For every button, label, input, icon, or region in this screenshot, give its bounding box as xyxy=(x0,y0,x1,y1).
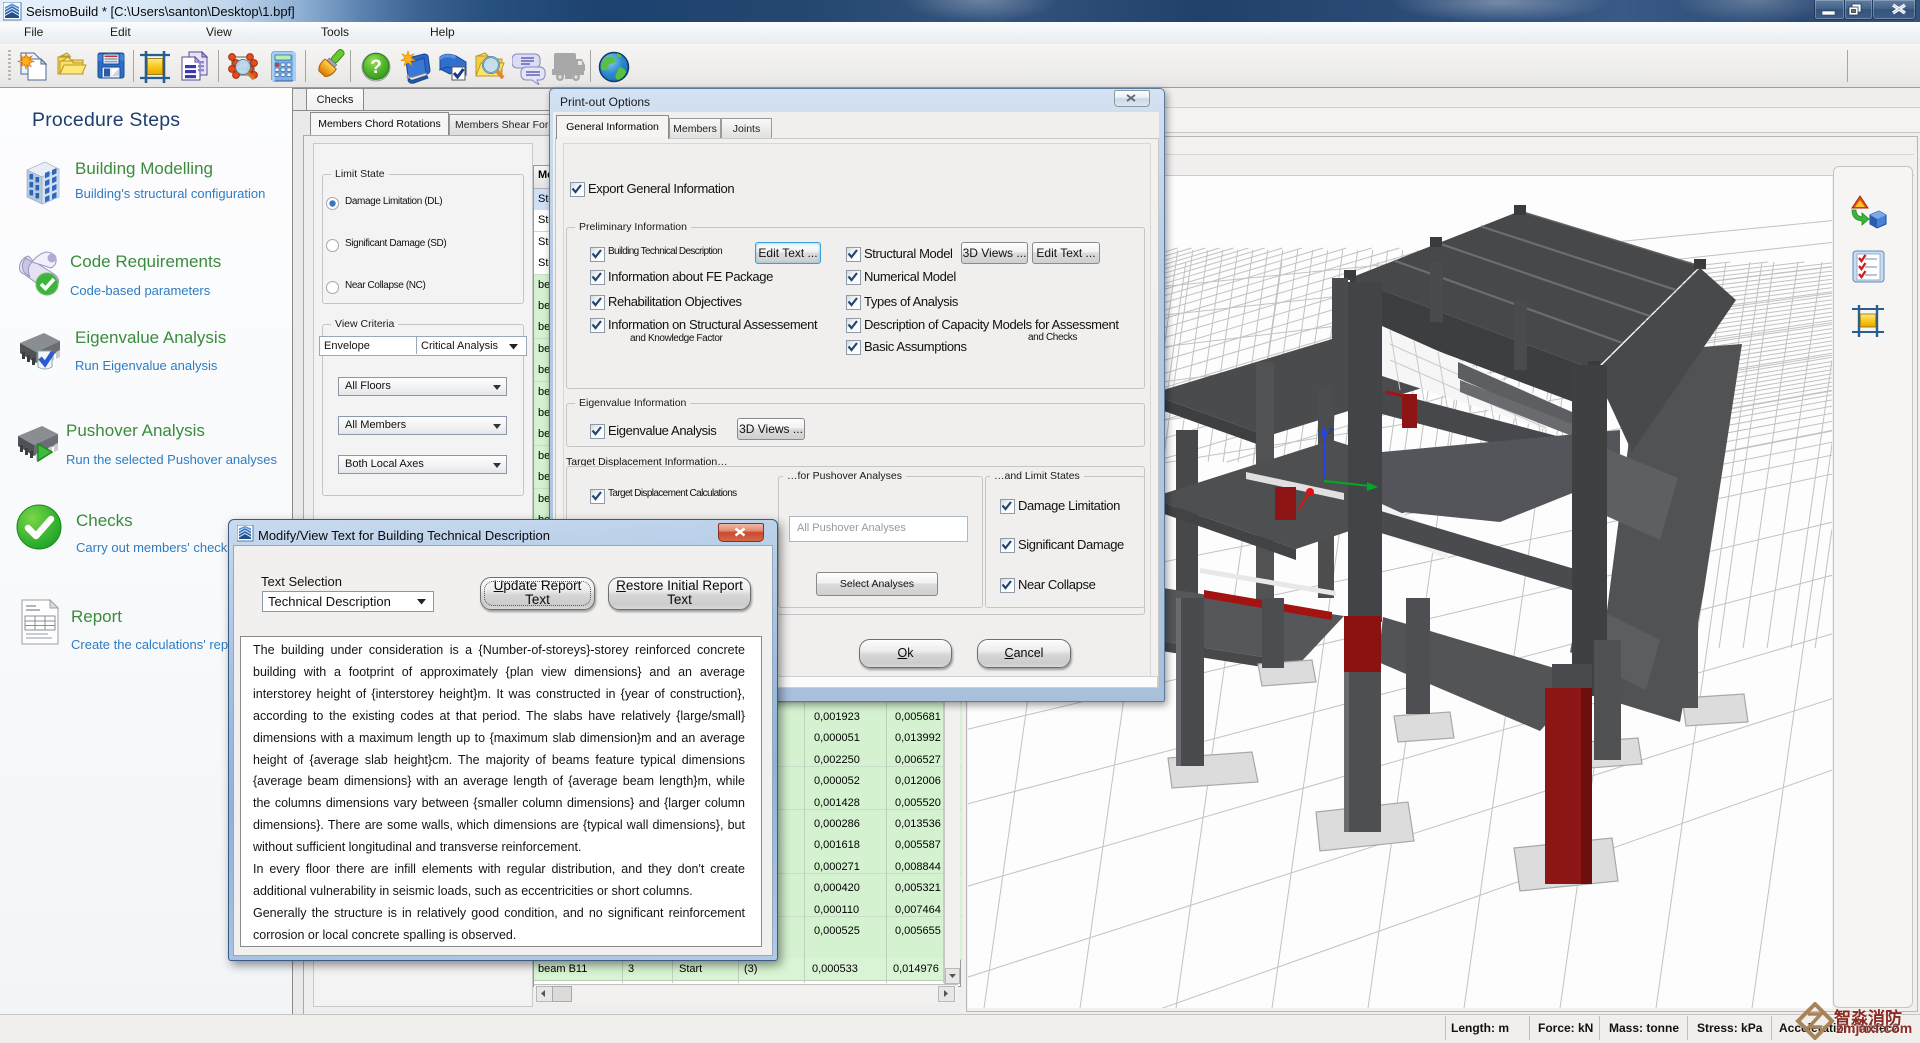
svg-text:z: z xyxy=(1328,425,1334,437)
